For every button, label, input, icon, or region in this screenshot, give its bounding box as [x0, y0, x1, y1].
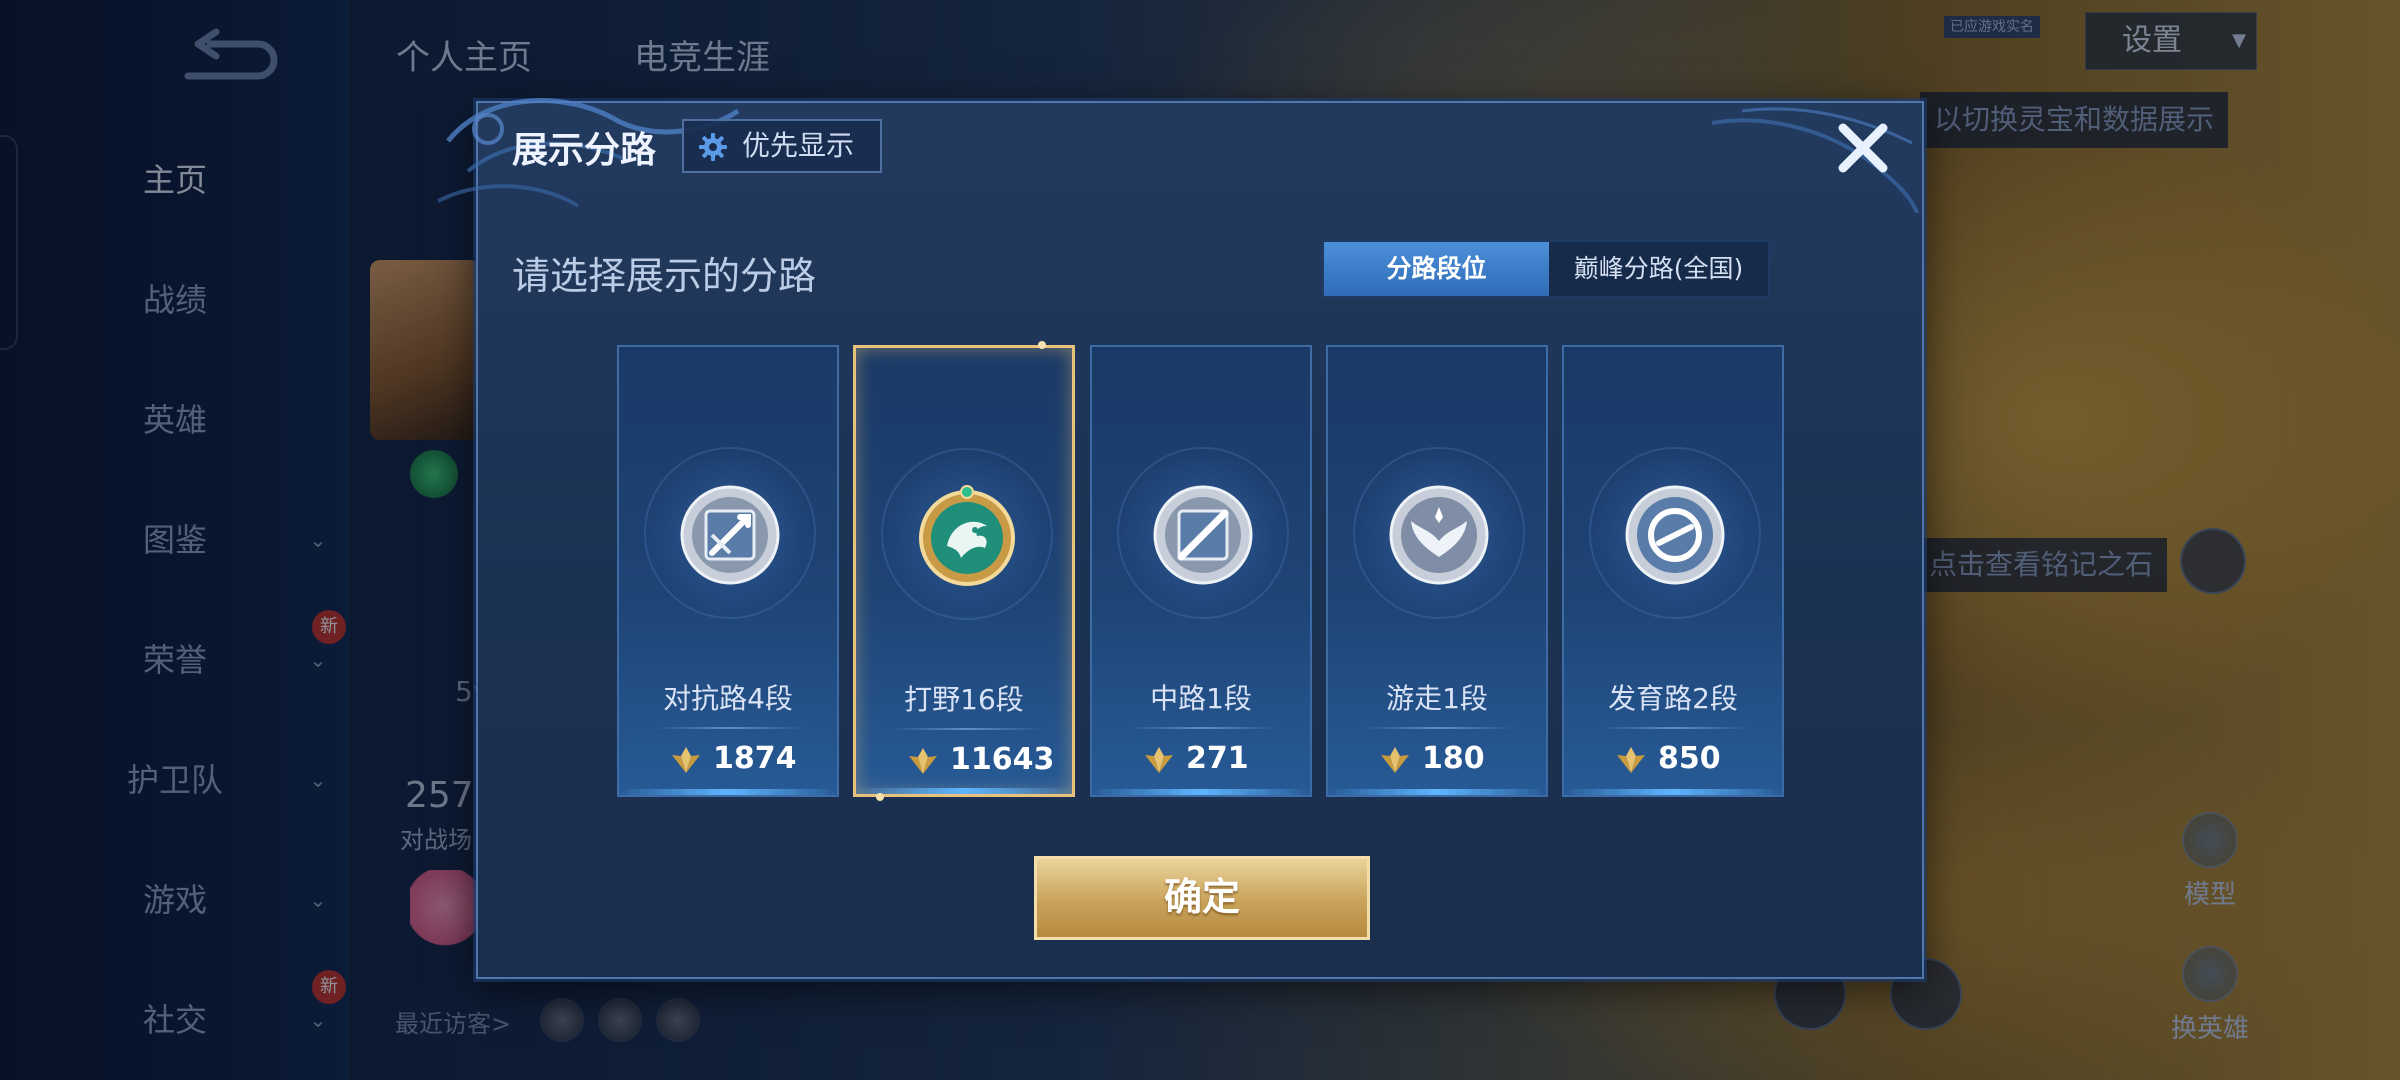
divider: [655, 727, 805, 729]
lane-name: 中路1段: [1150, 682, 1252, 715]
lane-card-roam[interactable]: 游走1段 180: [1326, 345, 1548, 797]
dialog-title: 展示分路: [512, 130, 657, 171]
lane-card-clash[interactable]: 对抗路4段 1874: [617, 345, 839, 797]
selection-spark: [876, 793, 884, 801]
lane-card-jungle[interactable]: 打野16段 11643: [853, 345, 1075, 797]
dialog-subtitle: 请选择展示的分路: [512, 254, 817, 298]
lane-name: 游走1段: [1386, 682, 1488, 715]
lane-score: 850: [1658, 741, 1721, 776]
roam-wings-icon: [1389, 485, 1489, 585]
lane-score: 271: [1186, 741, 1249, 776]
rank-score-icon: [909, 748, 937, 774]
lane-mode-toggle: 分路段位 巅峰分路(全国): [1322, 240, 1770, 298]
priority-display-label: 优先显示: [742, 129, 855, 162]
rank-score-icon: [1617, 747, 1645, 773]
mid-lane-icon: [1153, 485, 1253, 585]
lane-score: 180: [1422, 741, 1485, 776]
close-icon[interactable]: [1833, 118, 1893, 178]
gear-icon: [699, 133, 727, 161]
dialog-header: 展示分路 优先显示: [437, 98, 1922, 213]
priority-display-button[interactable]: 优先显示: [682, 119, 882, 173]
selection-spark: [1038, 341, 1046, 349]
jungle-dragon-icon: [919, 485, 1015, 586]
divider: [1364, 727, 1514, 729]
lane-name: 打野16段: [904, 683, 1024, 716]
lane-score: 11643: [950, 742, 1055, 777]
rank-score-icon: [672, 747, 700, 773]
lane-score: 1874: [713, 741, 797, 776]
rank-score-icon: [1145, 747, 1173, 773]
lane-card-mid[interactable]: 中路1段 271: [1090, 345, 1312, 797]
lane-display-dialog: 展示分路 优先显示 请选择展示的分路 分路段位 巅峰分路(全国) 对抗路4段 1…: [437, 98, 1924, 979]
lane-card-farm[interactable]: 发育路2段 850: [1562, 345, 1784, 797]
divider: [1128, 727, 1278, 729]
confirm-button[interactable]: 确定: [1034, 856, 1370, 940]
divider: [1600, 727, 1750, 729]
divider: [892, 728, 1042, 730]
lane-name: 对抗路4段: [663, 682, 793, 715]
tab-lane-rank[interactable]: 分路段位: [1324, 242, 1549, 296]
tab-peak-lane[interactable]: 巅峰分路(全国): [1549, 242, 1768, 296]
clash-lane-icon: [680, 485, 780, 585]
lane-name: 发育路2段: [1608, 682, 1738, 715]
farm-lane-icon: [1625, 485, 1725, 585]
rank-score-icon: [1381, 747, 1409, 773]
